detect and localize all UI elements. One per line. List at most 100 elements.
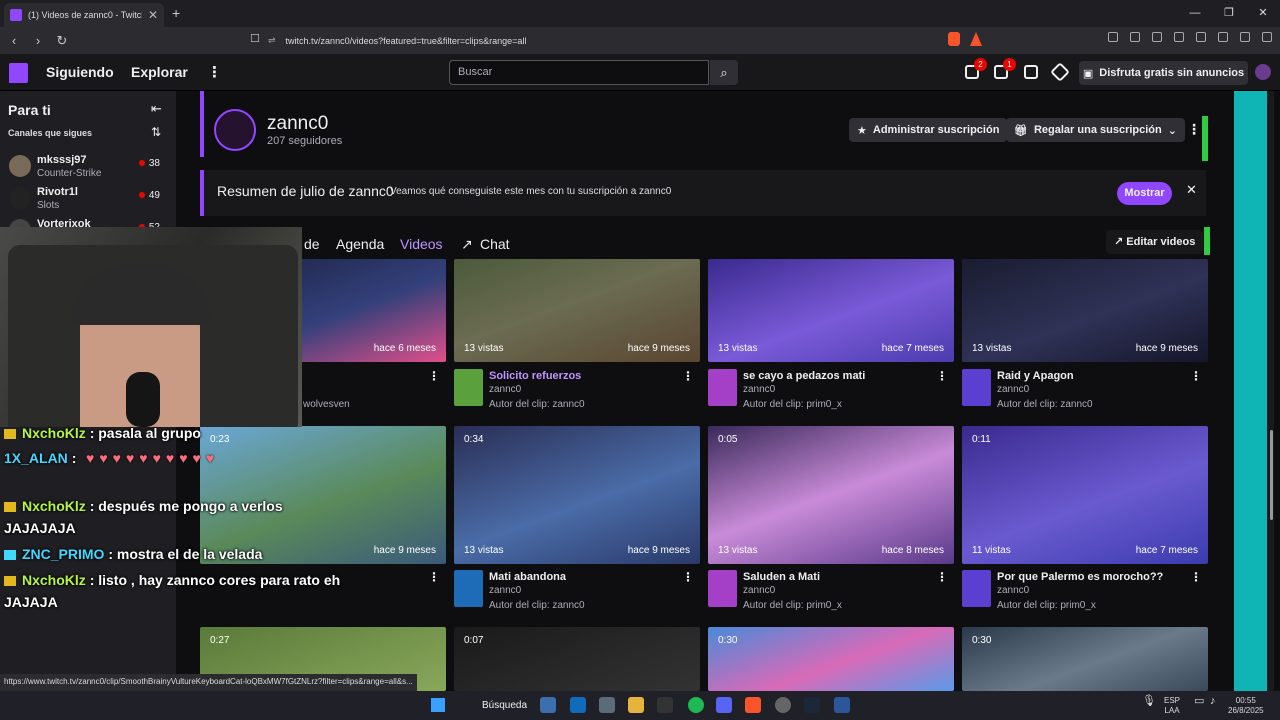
clip-more-icon[interactable]: ⋮ — [682, 369, 694, 383]
clip-author[interactable]: Autor del clip: zannc0 — [997, 399, 1093, 410]
nav-following[interactable]: Siguiendo — [46, 64, 114, 80]
clock[interactable]: 00:55 26/8/2025 — [1228, 696, 1264, 716]
sort-icon[interactable]: ⇅ — [151, 125, 161, 139]
widgets-icon[interactable] — [540, 697, 556, 713]
outlook-icon[interactable] — [570, 697, 586, 713]
nav-browse[interactable]: Explorar — [131, 64, 188, 80]
clip-channel[interactable]: zannc0 — [489, 384, 521, 395]
clip-more-icon[interactable]: ⋮ — [1190, 570, 1202, 584]
clip-channel[interactable]: zannc0 — [743, 384, 775, 395]
wallet-icon[interactable] — [1196, 32, 1206, 42]
clip-title[interactable]: Saluden a Mati — [743, 571, 820, 583]
clip-author[interactable]: wolvesven — [303, 399, 350, 410]
volume-icon[interactable]: ♪ — [1210, 696, 1216, 707]
microphone-icon[interactable]: 🎙︎ — [1142, 696, 1156, 707]
clip-author[interactable]: Autor del clip: prim0_x — [743, 399, 842, 410]
clip-channel[interactable]: zannc0 — [743, 585, 775, 596]
forward-icon[interactable]: › — [28, 33, 48, 48]
sidebar-channel[interactable]: mksssj97 Counter-Strike 38 — [0, 151, 176, 183]
vpn-icon[interactable] — [1240, 32, 1250, 42]
clip-channel[interactable]: zannc0 — [997, 585, 1029, 596]
new-tab-icon[interactable]: + — [172, 5, 180, 21]
user-avatar[interactable] — [1255, 64, 1271, 80]
taskbar-search[interactable]: Búsqueda — [460, 696, 527, 715]
url-field[interactable]: ⇌ twitch.tv/zannc0/videos?featured=true&… — [268, 31, 920, 50]
clip-title[interactable]: Mati abandona — [489, 571, 566, 583]
sidebar-toggle-icon[interactable] — [1174, 32, 1184, 42]
clip-author[interactable]: Autor del clip: prim0_x — [743, 600, 842, 611]
game-icon[interactable] — [708, 369, 737, 406]
bookmark-icon[interactable]: ☐ — [250, 32, 260, 45]
word-icon[interactable] — [834, 697, 850, 713]
clip-title[interactable]: Solicito refuerzos — [489, 370, 581, 382]
search-icon[interactable]: ⌕ — [710, 60, 738, 85]
maximize-icon[interactable]: ❐ — [1212, 0, 1246, 27]
scrollbar-thumb[interactable] — [1270, 430, 1273, 520]
reload-icon[interactable]: ↻ — [52, 33, 72, 49]
epic-games-icon[interactable] — [657, 697, 673, 713]
brave-icon[interactable] — [745, 697, 761, 713]
clip-more-icon[interactable]: ⋮ — [936, 369, 948, 383]
puzzle-icon[interactable] — [1130, 32, 1140, 42]
clip-more-icon[interactable]: ⋮ — [936, 570, 948, 584]
channel-more-icon[interactable]: ⋮ — [1187, 121, 1201, 138]
bits-icon[interactable] — [1050, 62, 1070, 82]
close-tab-icon[interactable]: ✕ — [148, 8, 158, 22]
leo-icon[interactable] — [1218, 32, 1228, 42]
game-icon[interactable] — [962, 369, 991, 406]
extension-icon[interactable] — [1152, 32, 1162, 42]
tab-home[interactable]: de — [304, 236, 320, 252]
browser-tab[interactable]: (1) Videos de zannc0 - Twitch ✕ — [4, 3, 164, 27]
back-icon[interactable]: ‹ — [4, 33, 24, 48]
site-info-icon[interactable]: ⇌ — [268, 35, 276, 46]
edit-videos-button[interactable]: ↗ Editar videos — [1106, 230, 1204, 254]
show-recap-button[interactable]: Mostrar — [1117, 182, 1172, 205]
clip-more-icon[interactable]: ⋮ — [428, 570, 440, 584]
twitch-logo-icon[interactable] — [9, 63, 28, 83]
game-icon[interactable] — [454, 570, 483, 607]
spotify-icon[interactable] — [688, 697, 704, 713]
clip-thumbnail[interactable]: 0:30 — [962, 627, 1208, 691]
clip-author[interactable]: Autor del clip: zannc0 — [489, 399, 585, 410]
clip-thumbnail[interactable]: 0:34 13 vistas hace 9 meses — [454, 426, 700, 564]
menu-icon[interactable] — [1262, 32, 1272, 42]
channel-avatar[interactable] — [214, 109, 256, 151]
channel-title[interactable]: zannc0 — [267, 113, 328, 135]
minimize-icon[interactable]: — — [1178, 0, 1212, 27]
language-indicator[interactable]: ESP LAA — [1164, 696, 1180, 716]
windows-start-icon[interactable] — [431, 698, 445, 712]
tab-videos[interactable]: Videos — [400, 236, 443, 252]
game-icon[interactable] — [454, 369, 483, 406]
app-icon[interactable] — [775, 697, 791, 713]
clip-more-icon[interactable]: ⋮ — [428, 369, 440, 383]
clip-thumbnail[interactable]: 0:30 — [708, 627, 954, 691]
tab-chat[interactable]: Chat — [480, 236, 510, 252]
clip-author[interactable]: Autor del clip: zannc0 — [489, 600, 585, 611]
scrollbar[interactable] — [1267, 91, 1274, 691]
clip-thumbnail[interactable]: 0:07 — [454, 627, 700, 691]
game-icon[interactable] — [962, 570, 991, 607]
close-icon[interactable]: ✕ — [1186, 182, 1197, 198]
store-icon[interactable] — [599, 697, 615, 713]
gift-subscription-button[interactable]: 🎁︎ Regalar una suscripción ⌄ — [1006, 118, 1185, 142]
clip-channel[interactable]: zannc0 — [489, 585, 521, 596]
brave-rewards-icon[interactable] — [970, 32, 982, 46]
game-icon[interactable] — [708, 570, 737, 607]
clip-title[interactable]: se cayo a pedazos mati — [743, 370, 865, 382]
extension-icon[interactable] — [1108, 32, 1118, 42]
network-icon[interactable]: ▭ — [1194, 696, 1204, 707]
clip-thumbnail[interactable]: 13 vistas hace 9 meses — [454, 259, 700, 362]
manage-subscription-button[interactable]: ★ Administrar suscripción — [849, 118, 1008, 142]
clip-thumbnail[interactable]: 13 vistas hace 9 meses — [962, 259, 1208, 362]
close-window-icon[interactable]: ✕ — [1246, 0, 1280, 27]
clip-more-icon[interactable]: ⋮ — [682, 570, 694, 584]
collapse-sidebar-icon[interactable]: ⇤ — [151, 101, 162, 117]
ad-free-promo-button[interactable]: ▣ Disfruta gratis sin anuncios — [1079, 61, 1248, 85]
clip-more-icon[interactable]: ⋮ — [1190, 369, 1202, 383]
clip-author[interactable]: Autor del clip: prim0_x — [997, 600, 1096, 611]
whispers-icon[interactable] — [1024, 65, 1038, 79]
clip-thumbnail[interactable]: 13 vistas hace 7 meses — [708, 259, 954, 362]
clip-thumbnail[interactable]: 0:05 13 vistas hace 8 meses — [708, 426, 954, 564]
search-input[interactable]: Buscar — [449, 60, 709, 85]
tab-schedule[interactable]: Agenda — [336, 236, 384, 252]
